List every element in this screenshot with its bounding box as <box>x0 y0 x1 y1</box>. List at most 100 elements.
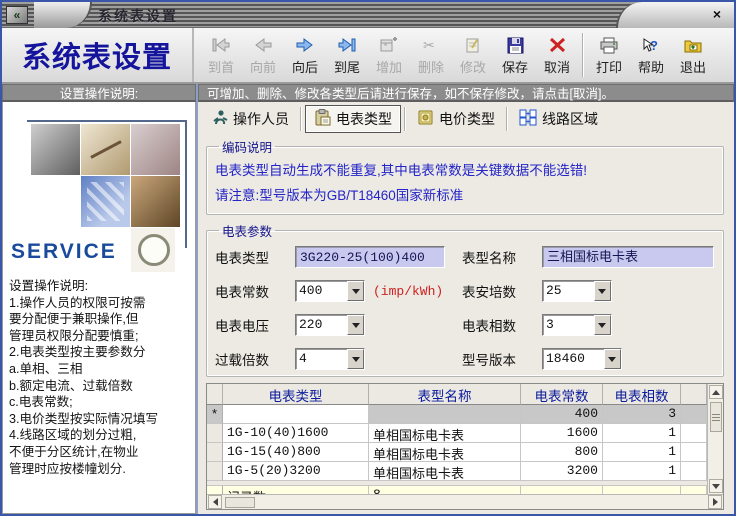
meter-type-table: 电表类型 表型名称 电表常数 电表相数 * 400 3 1G-10(40)1600 单相国标电卡… <box>206 383 724 510</box>
edit-icon <box>465 34 481 56</box>
collage-tile-spotlight <box>31 124 80 175</box>
scroll-down-icon[interactable] <box>708 479 723 493</box>
toolbar-button-next[interactable]: 向后 <box>285 30 325 80</box>
phase-dropdown[interactable]: 3 <box>541 314 612 336</box>
printer-icon <box>600 34 618 56</box>
field-meter-type: 电表类型 3G220-25(100)400 <box>215 246 456 268</box>
save-icon <box>507 34 524 56</box>
dropdown-value: 25 <box>545 283 562 298</box>
nav-prev-icon <box>253 34 273 56</box>
toolbar-button-label: 修改 <box>459 60 486 75</box>
field-label: 电表电压 <box>215 319 269 334</box>
chevron-down-icon[interactable] <box>603 349 621 369</box>
svg-text:*: * <box>384 42 387 51</box>
toolbar-button-cancel[interactable]: 取消 <box>537 30 577 80</box>
column-header[interactable] <box>681 384 707 405</box>
scroll-right-icon[interactable] <box>708 495 722 509</box>
tab-label: 操作人员 <box>233 110 289 127</box>
table-row[interactable]: 1G-15(40)800 单相国标电卡表 800 1 <box>207 443 707 462</box>
row-selector[interactable] <box>207 384 223 405</box>
titlebar-ornament-left <box>34 2 92 28</box>
row-selector[interactable] <box>207 462 223 481</box>
overload-dropdown[interactable]: 4 <box>295 348 365 370</box>
toolbar-button-exit[interactable]: 退出 <box>673 30 713 80</box>
dropdown-value: 3 <box>545 317 554 332</box>
scroll-left-icon[interactable] <box>208 495 222 509</box>
chevron-down-icon[interactable] <box>593 315 611 335</box>
toolbar-button-print[interactable]: 打印 <box>589 30 629 80</box>
toolbar-button-label: 增加 <box>375 60 402 75</box>
content: 设置操作说明: SERVICE 设置操作说明: 1.操作人员的权限可按需 要分配便于… <box>2 84 734 514</box>
field-ampere: 表安培数 25 <box>462 280 715 302</box>
dropdown-value: 18460 <box>545 351 585 366</box>
title-bar[interactable]: « 系统表设置 × <box>2 2 734 28</box>
tab-label: 线路区域 <box>542 110 598 127</box>
tab-line-area[interactable]: + + 线路区域 <box>511 106 606 132</box>
horizontal-scroll-thumb[interactable] <box>225 496 255 508</box>
chevron-down-icon[interactable] <box>347 281 364 301</box>
dropdown-value: 400 <box>299 283 323 298</box>
model-version-dropdown[interactable]: 18460 <box>541 348 622 370</box>
collage-tile-keyboard <box>81 176 130 227</box>
model-name-input[interactable]: 三相国标电卡表 <box>541 246 714 268</box>
voltage-dropdown[interactable]: 220 <box>295 314 365 336</box>
dropdown-value: 220 <box>299 317 323 332</box>
field-label: 型号版本 <box>461 353 516 368</box>
table-row[interactable]: 1G-5(20)3200 单相国标电卡表 3200 1 <box>207 462 707 481</box>
toolbar-button-label: 保存 <box>501 60 528 75</box>
horizontal-scrollbar[interactable] <box>207 494 723 509</box>
encoding-legend: 编码说明 <box>222 141 273 155</box>
toolbar-button-label: 打印 <box>595 60 622 75</box>
table-new-row[interactable]: * 400 3 <box>207 405 707 424</box>
sidebar: 设置操作说明: SERVICE 设置操作说明: 1.操作人员的权限可按需 要分配便于… <box>2 84 198 514</box>
tab-price-type[interactable]: 电价类型 <box>409 106 503 132</box>
toolbar-button-label: 向前 <box>249 60 276 75</box>
scroll-up-icon[interactable] <box>708 385 723 399</box>
instruction-line: 设置操作说明: <box>9 279 89 293</box>
params-grid: 电表类型 3G220-25(100)400 表型名称 三相国标电卡表 电表常数 400 (i… <box>215 242 715 370</box>
close-icon[interactable]: × <box>708 5 726 23</box>
column-header[interactable]: 电表类型 <box>223 384 369 405</box>
column-header[interactable]: 表型名称 <box>369 384 521 405</box>
chevron-down-icon[interactable] <box>347 349 364 369</box>
nav-last-icon <box>337 34 357 56</box>
toolbar-button-label: 到首 <box>207 60 234 75</box>
meter-constant-dropdown[interactable]: 400 <box>295 280 365 302</box>
table-cell: 400 <box>521 405 603 424</box>
toolbar-button-label: 删除 <box>417 60 444 75</box>
table-header-row: 电表类型 表型名称 电表常数 电表相数 <box>207 384 707 405</box>
table-cell: 1 <box>603 462 681 481</box>
clipboard-icon <box>314 108 331 129</box>
tab-label: 电价类型 <box>439 110 495 127</box>
row-selector[interactable] <box>207 424 223 443</box>
column-header[interactable]: 电表常数 <box>521 384 603 405</box>
toolbar-button-save[interactable]: 保存 <box>495 30 535 80</box>
row-selector[interactable]: * <box>207 405 223 424</box>
row-selector[interactable] <box>207 443 223 462</box>
column-header[interactable]: 电表相数 <box>603 384 681 405</box>
table-cell: 1 <box>603 443 681 462</box>
tab-meter-type[interactable]: 电表类型 <box>305 104 401 133</box>
tab-separator <box>506 106 508 131</box>
table-cell: 单相国标电卡表 <box>369 443 521 462</box>
params-groupbox: 电表参数 电表类型 3G220-25(100)400 表型名称 三相国标电卡表 电表常数… <box>206 221 724 377</box>
app-icon: « <box>6 5 28 24</box>
ampere-dropdown[interactable]: 25 <box>541 280 612 302</box>
notice-bar: 可增加、删除、修改各类型后请进行保存，如不保存修改，请点击[取消]。 <box>198 84 734 102</box>
vertical-scrollbar[interactable] <box>707 384 723 494</box>
tab-operators[interactable]: 操作人员 <box>204 106 297 132</box>
tab-separator <box>404 106 406 131</box>
toolbar-button-label: 到尾 <box>333 60 360 75</box>
instruction-line: 4.线路区域的划分过粗, <box>9 428 137 443</box>
meter-type-input[interactable]: 3G220-25(100)400 <box>295 246 445 268</box>
toolbar-button-delete: ✂ 删除 <box>411 30 451 80</box>
chevron-down-icon[interactable] <box>593 281 611 301</box>
table-row[interactable]: 1G-10(40)1600 单相国标电卡表 1600 1 <box>207 424 707 443</box>
collage-tile-watch <box>131 228 175 272</box>
vertical-scroll-thumb[interactable] <box>709 402 722 432</box>
chevron-down-icon[interactable] <box>347 315 364 335</box>
toolbar-button-last[interactable]: 到尾 <box>327 30 367 80</box>
field-label: 电表常数 <box>215 285 269 300</box>
toolbar-button-help[interactable]: ? 帮助 <box>631 30 671 80</box>
toolbar-button-add: * 增加 <box>369 30 409 80</box>
